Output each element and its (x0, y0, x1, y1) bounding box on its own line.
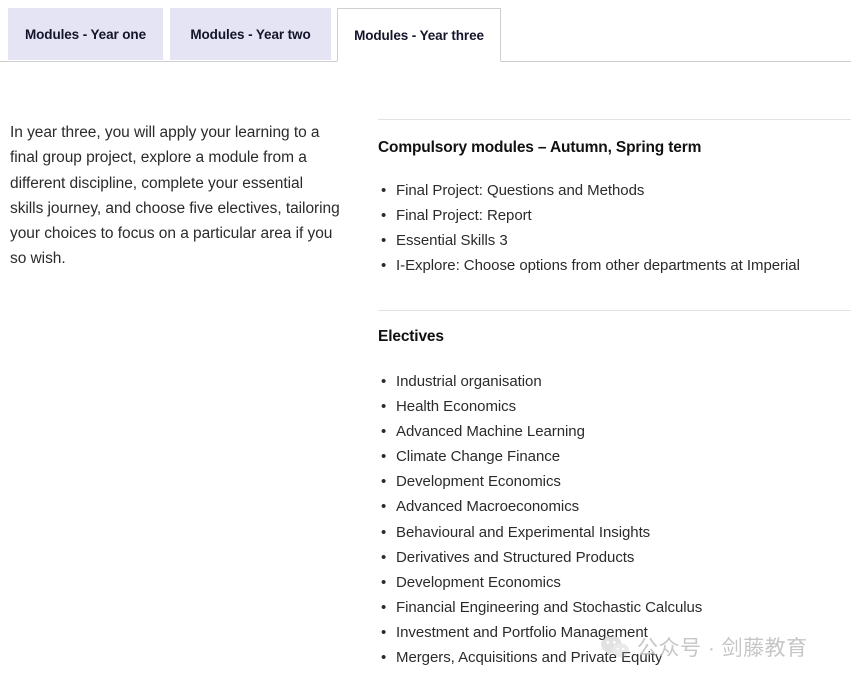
section-compulsory-modules: Compulsory modules – Autumn, Spring term… (378, 119, 851, 278)
list-item: I-Explore: Choose options from other dep… (378, 253, 851, 278)
list-item: Development Economics (378, 469, 851, 494)
compulsory-modules-list: Final Project: Questions and Methods Fin… (378, 178, 851, 278)
list-item: Health Economics (378, 394, 851, 419)
electives-list: Industrial organisation Health Economics… (378, 369, 851, 670)
tab-modules-year-one[interactable]: Modules - Year one (8, 8, 163, 60)
intro-paragraph: In year three, you will apply your learn… (10, 124, 340, 268)
tab-modules-year-two[interactable]: Modules - Year two (170, 8, 331, 60)
section-title: Compulsory modules – Autumn, Spring term (378, 139, 702, 156)
intro-column: In year three, you will apply your learn… (10, 120, 340, 272)
section-title: Electives (378, 328, 444, 345)
list-item: Financial Engineering and Stochastic Cal… (378, 595, 851, 620)
list-item: Advanced Machine Learning (378, 419, 851, 444)
list-item: Industrial organisation (378, 369, 851, 394)
list-item: Investment and Portfolio Management (378, 620, 851, 645)
tab-label: Modules - Year three (354, 27, 484, 43)
list-item: Derivatives and Structured Products (378, 545, 851, 570)
tab-label: Modules - Year one (25, 26, 146, 42)
list-item: Final Project: Questions and Methods (378, 178, 851, 203)
tab-strip: Modules - Year one Modules - Year two Mo… (0, 0, 851, 63)
list-item: Advanced Macroeconomics (378, 494, 851, 519)
section-divider (378, 119, 851, 120)
list-item: Behavioural and Experimental Insights (378, 520, 851, 545)
section-electives: Electives Industrial organisation Health… (378, 310, 851, 670)
list-item: Mergers, Acquisitions and Private Equity (378, 645, 851, 670)
list-item: Climate Change Finance (378, 444, 851, 469)
tab-label: Modules - Year two (190, 26, 311, 42)
list-item: Essential Skills 3 (378, 228, 851, 253)
tab-modules-year-three[interactable]: Modules - Year three (337, 8, 501, 62)
list-item: Development Economics (378, 570, 851, 595)
list-item: Final Project: Report (378, 203, 851, 228)
section-divider (378, 310, 851, 311)
tab-panel-year-three: In year three, you will apply your learn… (0, 63, 851, 686)
